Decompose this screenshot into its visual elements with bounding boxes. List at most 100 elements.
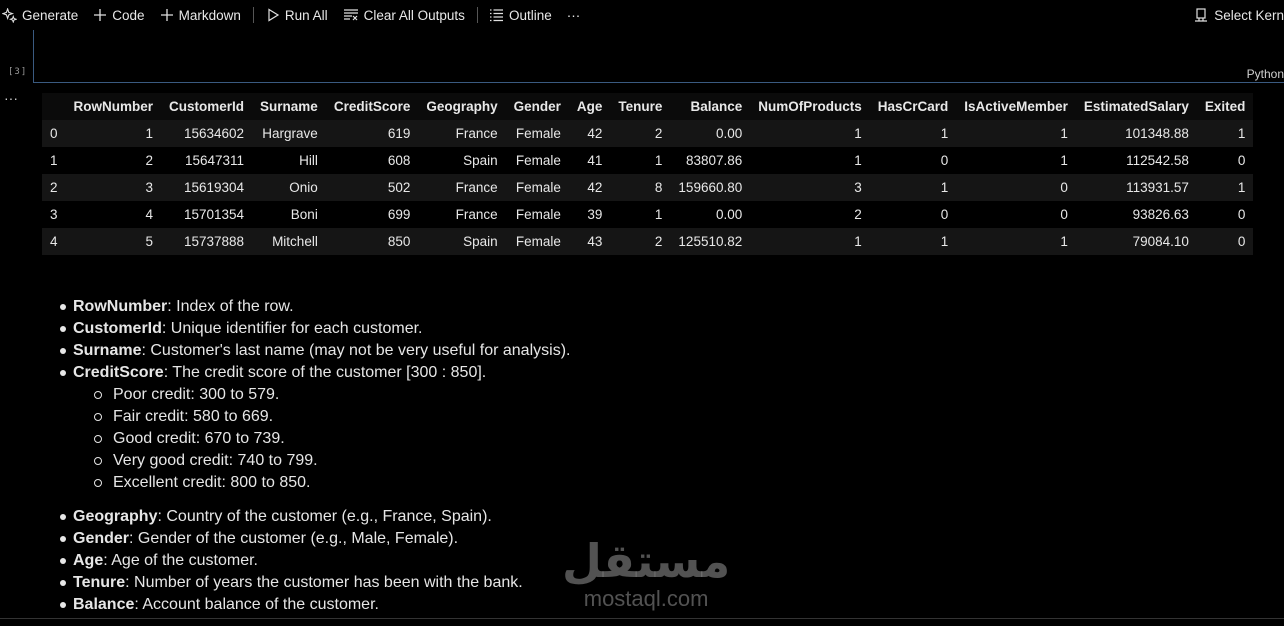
generate-label: Generate: [22, 7, 79, 23]
table-cell: 15634602: [161, 120, 253, 147]
table-cell: 2: [42, 174, 66, 201]
table-cell: 1: [610, 147, 671, 174]
select-kernel-label: Select Kern: [1214, 7, 1284, 23]
table-cell: 0: [956, 174, 1076, 201]
watermark-url: mostaql.com: [583, 586, 709, 611]
table-cell: Hill: [252, 147, 326, 174]
cell-language-label[interactable]: Python: [1247, 67, 1284, 81]
markdown-cell: RowNumber: Index of the row. CustomerId:…: [59, 296, 571, 616]
table-cell: France: [418, 174, 506, 201]
plus-icon: [94, 9, 107, 21]
table-cell: 15737888: [161, 228, 253, 255]
code-cell-editor[interactable]: [33, 30, 1284, 83]
table-cell: 0.00: [670, 120, 751, 147]
add-markdown-button[interactable]: Markdown: [160, 8, 241, 23]
table-cell: 15701354: [161, 201, 253, 228]
table-header-cell: Tenure: [610, 93, 671, 120]
table-cell: 3: [65, 174, 162, 201]
list-icon: [489, 9, 503, 22]
run-all-button[interactable]: Run All: [266, 8, 328, 23]
execution-count: [3]: [8, 67, 28, 77]
list-item: Geography: Country of the customer (e.g.…: [59, 506, 570, 528]
table-cell: 608: [325, 147, 419, 174]
kernel-icon: [1195, 8, 1208, 22]
term: CreditScore: [73, 364, 164, 381]
term: Surname: [73, 342, 142, 359]
table-cell: Hargrave: [252, 120, 326, 147]
list-item: Surname: Customer's last name (may not b…: [59, 340, 571, 362]
table-header-row: RowNumber CustomerId Surname CreditScore…: [42, 93, 1254, 120]
table-cell: 1: [750, 147, 870, 174]
more-actions-button[interactable]: ···: [567, 8, 581, 23]
clear-outputs-label: Clear All Outputs: [363, 7, 465, 23]
table-cell: 502: [325, 174, 419, 201]
select-kernel-button[interactable]: Select Kern: [1194, 0, 1284, 30]
table-cell: 4: [42, 228, 66, 255]
toolbar-divider: [252, 7, 254, 23]
table-cell: 0: [42, 120, 66, 147]
add-code-button[interactable]: Code: [93, 7, 145, 23]
table-cell: 1: [869, 120, 957, 147]
table-cell: 42: [568, 174, 611, 201]
table-header-cell: HasCrCard: [869, 93, 957, 120]
column-description-list: RowNumber: Index of the row. CustomerId:…: [59, 296, 571, 494]
table-cell: Mitchell: [252, 228, 326, 255]
description: : Index of the row.: [167, 298, 294, 315]
table-header-cell: Age: [568, 93, 611, 120]
list-item: Balance: Account balance of the customer…: [59, 594, 570, 616]
credit-range-list: Poor credit: 300 to 579. Fair credit: 58…: [93, 384, 570, 494]
table-header-cell: Geography: [418, 93, 506, 120]
table-cell: 0: [1196, 228, 1254, 255]
table-cell: 850: [325, 228, 419, 255]
table-header-cell: EstimatedSalary: [1075, 93, 1197, 120]
table-header-cell: CustomerId: [161, 93, 253, 120]
table-header-cell: Balance: [670, 93, 751, 120]
description: : Customer's last name (may not be very …: [141, 342, 571, 359]
table-cell: Female: [505, 120, 569, 147]
term: Geography: [73, 508, 158, 525]
dataframe-table: RowNumber CustomerId Surname CreditScore…: [42, 93, 1254, 255]
table-cell: 1: [750, 228, 870, 255]
output-actions-button[interactable]: ···: [4, 91, 18, 105]
table-cell: 2: [610, 120, 671, 147]
term: RowNumber: [73, 298, 168, 315]
plus-icon: [160, 9, 173, 21]
clear-all-icon: [343, 9, 358, 21]
table-cell: 1: [610, 201, 671, 228]
table-cell: 1: [869, 228, 957, 255]
table-cell: 0: [956, 201, 1076, 228]
table-cell: 0: [869, 147, 957, 174]
play-icon: [268, 8, 280, 22]
generate-button[interactable]: Generate: [2, 7, 79, 23]
table-cell: 699: [325, 201, 419, 228]
table-cell: 1: [869, 174, 957, 201]
table-cell: Boni: [252, 201, 326, 228]
table-row: 2 3 15619304 Onio 502 France Female 42 8…: [42, 174, 1254, 201]
table-cell: 83807.86: [670, 147, 751, 174]
table-cell: Female: [505, 201, 569, 228]
table-cell: 0: [869, 201, 957, 228]
table-header-cell: RowNumber: [65, 93, 162, 120]
term: Tenure: [73, 574, 126, 591]
clear-outputs-button[interactable]: Clear All Outputs: [343, 8, 465, 23]
table-cell: Spain: [418, 147, 506, 174]
table-cell: 1: [42, 147, 66, 174]
table-cell: 1: [956, 228, 1076, 255]
table-cell: France: [418, 201, 506, 228]
list-item: Good credit: 670 to 739.: [93, 428, 570, 450]
list-item: Poor credit: 300 to 579.: [93, 384, 570, 406]
table-cell: 8: [610, 174, 671, 201]
table-header-cell: Surname: [252, 93, 326, 120]
sparkle-icon: [2, 7, 17, 23]
table-cell: 159660.80: [670, 174, 751, 201]
table-cell: 3: [750, 174, 870, 201]
watermark-arabic: مستقل: [562, 534, 731, 588]
table-cell: 15619304: [161, 174, 253, 201]
table-cell: 101348.88: [1075, 120, 1197, 147]
description: : The credit score of the customer [300 …: [163, 364, 487, 381]
outline-button[interactable]: Outline: [489, 8, 552, 23]
table-cell: 619: [325, 120, 419, 147]
table-cell: Female: [505, 147, 569, 174]
table-cell: France: [418, 120, 506, 147]
code-label: Code: [112, 7, 145, 23]
